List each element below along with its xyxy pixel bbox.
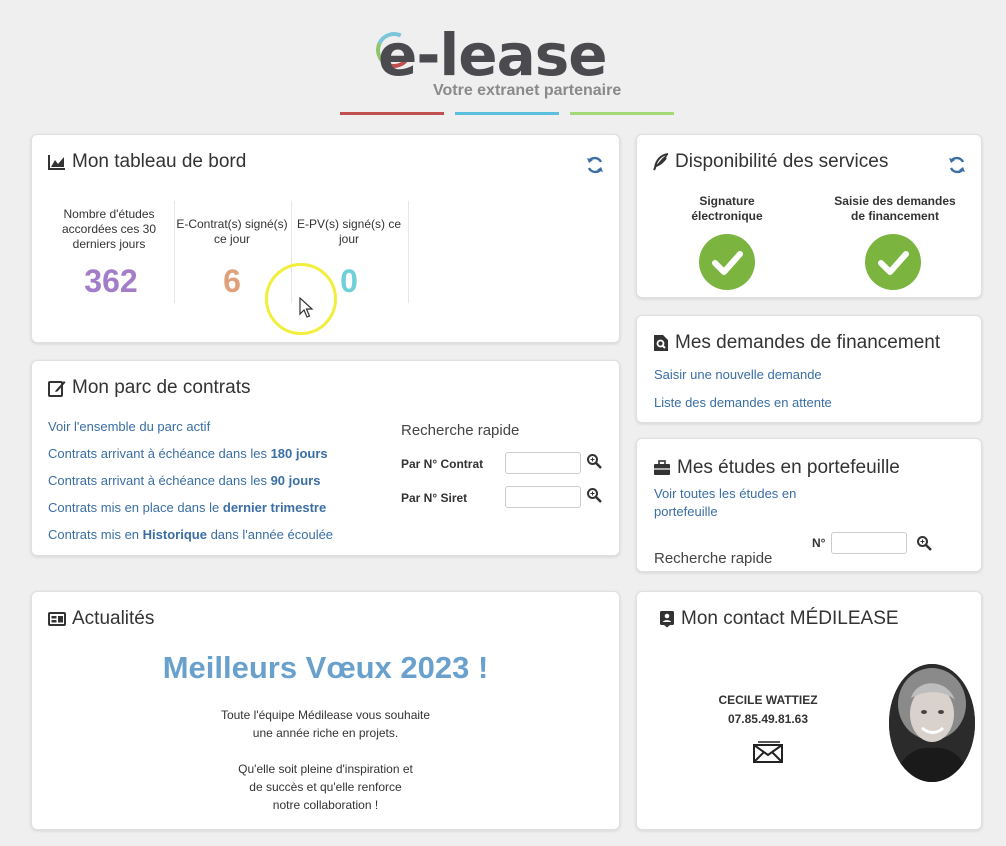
services-title: Disponibilité des services — [653, 151, 888, 173]
newspaper-icon — [48, 612, 66, 626]
search-siret-label: Par N° Siret — [401, 491, 468, 505]
demandes-link-nouvelle[interactable]: Saisir une nouvelle demande — [654, 367, 822, 382]
contact-card: Mon contact MÉDILEASE CECILE WATTIEZ 07.… — [636, 591, 982, 830]
logo-line-red — [340, 112, 444, 115]
news-paragraph-2: Qu'elle soit pleine d'inspiration et de … — [238, 762, 413, 812]
parc-card: Mon parc de contrats Voir l'ensemble du … — [31, 360, 620, 556]
news-title-text: Actualités — [72, 608, 155, 629]
search-icon[interactable] — [586, 487, 602, 503]
services-card: Disponibilité des services Signature éle… — [636, 134, 982, 298]
parc-link-echeance-90[interactable]: Contrats arrivant à échéance dans les 90… — [48, 473, 320, 488]
logo: e-lease Votre extranet partenaire — [340, 18, 680, 118]
parc-search-title: Recherche rapide — [401, 422, 520, 439]
refresh-icon[interactable] — [947, 155, 967, 175]
contact-title: Mon contact MÉDILEASE — [659, 608, 899, 630]
feather-icon — [653, 153, 669, 171]
refresh-icon[interactable] — [585, 155, 605, 175]
search-icon[interactable] — [586, 453, 602, 469]
parc-link-trimestre[interactable]: Contrats mis en place dans le dernier tr… — [48, 500, 326, 515]
file-search-icon — [654, 335, 668, 351]
demandes-card: Mes demandes de financement Saisir une n… — [636, 315, 982, 423]
search-contrat-label: Par N° Contrat — [401, 457, 484, 471]
envelope-icon[interactable] — [752, 741, 784, 763]
news-title: Actualités — [48, 608, 154, 630]
service-signature-label: Signature électronique — [691, 194, 763, 223]
etudes-search-input[interactable] — [831, 532, 907, 554]
chart-area-icon — [48, 155, 65, 170]
logo-text: e-lease — [378, 21, 608, 89]
service-signature-status-icon — [699, 234, 755, 290]
stat-label-epv: E-PV(s) signé(s) ce jour — [296, 217, 402, 246]
news-headline: Meilleurs Vœux 2023 ! — [162, 650, 489, 685]
logo-tagline: Votre extranet partenaire — [433, 82, 622, 99]
logo-line-green — [570, 112, 674, 115]
etudes-title: Mes études en portefeuille — [653, 457, 900, 479]
parc-title-text: Mon parc de contrats — [72, 377, 251, 398]
stat-label-econtrats: E-Contrat(s) signé(s) ce jour — [176, 217, 288, 246]
stat-label-etudes: Nombre d'études accordées ces 30 dernier… — [61, 207, 157, 251]
contact-card-icon — [660, 611, 674, 628]
contact-title-text: Mon contact MÉDILEASE — [681, 608, 899, 629]
demandes-title-text: Mes demandes de financement — [675, 332, 941, 353]
contact-name: CECILE WATTIEZ — [718, 693, 818, 707]
dashboard-title: Mon tableau de bord — [48, 151, 246, 173]
search-siret-input[interactable] — [505, 486, 581, 508]
parc-link-historique[interactable]: Contrats mis en Historique dans l'année … — [48, 527, 333, 542]
contact-photo — [889, 664, 975, 782]
demandes-title: Mes demandes de financement — [653, 332, 940, 354]
service-saisie-label: Saisie des demandes de financement — [834, 194, 956, 223]
demandes-link-attente[interactable]: Liste des demandes en attente — [654, 395, 832, 410]
news-paragraph-1: Toute l'équipe Médilease vous souhaite u… — [220, 708, 431, 740]
etudes-card: Mes études en portefeuille Voir toutes l… — [636, 438, 982, 572]
dashboard-title-text: Mon tableau de bord — [72, 151, 247, 172]
contact-phone: 07.85.49.81.63 — [727, 712, 809, 726]
parc-title: Mon parc de contrats — [48, 377, 250, 399]
service-saisie-status-icon — [865, 234, 921, 290]
logo-line-blue — [455, 112, 559, 115]
parc-link-ensemble[interactable]: Voir l'ensemble du parc actif — [48, 419, 210, 434]
etudes-link-all[interactable]: Voir toutes les études en portefeuille — [654, 485, 824, 521]
etudes-search-title: Recherche rapide — [654, 550, 773, 567]
cursor-icon — [299, 297, 314, 318]
divider — [408, 201, 409, 303]
news-card: Actualités Meilleurs Vœux 2023 ! Toute l… — [31, 591, 620, 830]
etudes-title-text: Mes études en portefeuille — [677, 457, 900, 478]
briefcase-icon — [654, 460, 670, 475]
etudes-search-label: N° — [812, 536, 826, 550]
stat-value-etudes[interactable]: 362 — [52, 263, 170, 300]
services-title-text: Disponibilité des services — [675, 151, 889, 172]
search-contrat-input[interactable] — [505, 452, 581, 474]
search-icon[interactable] — [916, 535, 932, 551]
parc-link-echeance-180[interactable]: Contrats arrivant à échéance dans les 18… — [48, 446, 328, 461]
edit-icon — [48, 381, 66, 397]
